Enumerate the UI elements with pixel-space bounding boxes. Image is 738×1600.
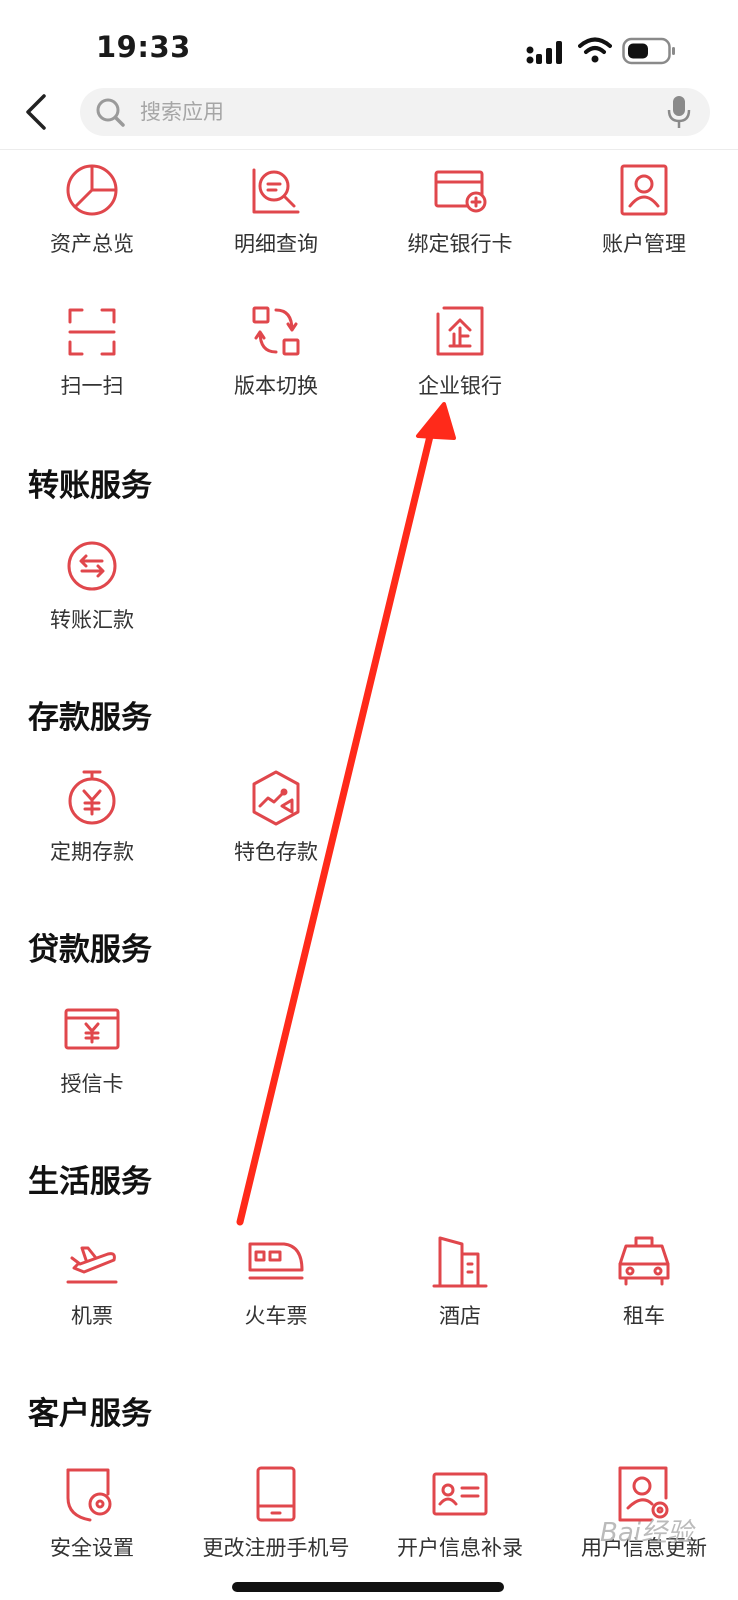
tile-label: 更改注册手机号 bbox=[202, 1536, 350, 1560]
section-title-transfer: 转账服务 bbox=[28, 468, 152, 504]
cellular-signal-icon bbox=[526, 41, 562, 64]
detail-search-icon bbox=[246, 160, 306, 220]
tile-credit-card[interactable]: 授信卡 bbox=[0, 1000, 184, 1098]
wifi-icon bbox=[578, 37, 612, 63]
tile-detail-query[interactable]: 明细查询 bbox=[184, 160, 368, 258]
transfer-grid: 转账汇款 bbox=[0, 536, 738, 634]
chevron-left-icon bbox=[26, 94, 46, 130]
section-title-life: 生活服务 bbox=[28, 1164, 152, 1200]
tile-label: 火车票 bbox=[244, 1304, 308, 1328]
tile-label: 定期存款 bbox=[50, 840, 134, 864]
tile-label: 租车 bbox=[623, 1304, 665, 1328]
tile-label: 扫一扫 bbox=[60, 374, 124, 398]
tile-transfer-remittance[interactable]: 转账汇款 bbox=[0, 536, 184, 634]
tile-label: 授信卡 bbox=[60, 1072, 124, 1096]
tile-scan[interactable]: 扫一扫 bbox=[0, 302, 184, 400]
life-grid: 机票 火车票 酒店 租车 bbox=[0, 1232, 738, 1330]
scan-icon bbox=[62, 302, 122, 362]
section-title-deposit: 存款服务 bbox=[28, 700, 152, 736]
account-icon bbox=[614, 160, 674, 220]
tile-label: 特色存款 bbox=[234, 840, 318, 864]
home-indicator[interactable] bbox=[232, 1582, 504, 1592]
tile-hotel[interactable]: 酒店 bbox=[368, 1232, 552, 1330]
tile-label: 安全设置 bbox=[50, 1536, 134, 1560]
tile-bind-card[interactable]: 绑定银行卡 bbox=[368, 160, 552, 258]
tile-security-settings[interactable]: 安全设置 bbox=[0, 1464, 184, 1562]
timer-yen-icon bbox=[62, 768, 122, 828]
tile-label: 酒店 bbox=[439, 1304, 481, 1328]
section-title-customer: 客户服务 bbox=[28, 1396, 152, 1432]
watermark: Bai经验 bbox=[600, 1518, 693, 1548]
transfer-icon bbox=[62, 536, 122, 596]
tile-label: 转账汇款 bbox=[50, 608, 134, 632]
enterprise-bank-icon bbox=[430, 302, 490, 362]
tile-label: 资产总览 bbox=[50, 232, 134, 256]
tile-featured-deposit[interactable]: 特色存款 bbox=[184, 768, 368, 866]
tile-fixed-deposit[interactable]: 定期存款 bbox=[0, 768, 184, 866]
tile-account-management[interactable]: 账户管理 bbox=[552, 160, 736, 258]
switch-icon bbox=[246, 302, 306, 362]
tile-car-rental[interactable]: 租车 bbox=[552, 1232, 736, 1330]
back-button[interactable] bbox=[16, 88, 56, 136]
hotel-icon bbox=[430, 1232, 490, 1292]
tile-label: 绑定银行卡 bbox=[407, 232, 513, 256]
tile-label: 机票 bbox=[71, 1304, 113, 1328]
quick-grid-row-2: 扫一扫 版本切换 企业银行 bbox=[0, 302, 738, 400]
pie-chart-icon bbox=[62, 160, 122, 220]
search-header bbox=[0, 78, 738, 150]
tile-version-switch[interactable]: 版本切换 bbox=[184, 302, 368, 400]
search-input[interactable] bbox=[140, 94, 640, 130]
featured-deposit-icon bbox=[246, 768, 306, 828]
plane-icon bbox=[62, 1232, 122, 1292]
tile-account-info-supplement[interactable]: 开户信息补录 bbox=[368, 1464, 552, 1562]
tile-enterprise-bank[interactable]: 企业银行 bbox=[368, 302, 552, 400]
status-icons bbox=[526, 36, 676, 66]
status-bar: 19:33 bbox=[0, 0, 738, 90]
section-title-loan: 贷款服务 bbox=[28, 932, 152, 968]
status-time: 19:33 bbox=[96, 30, 191, 64]
tile-label: 账户管理 bbox=[602, 232, 686, 256]
deposit-grid: 定期存款 特色存款 bbox=[0, 768, 738, 866]
tile-change-phone[interactable]: 更改注册手机号 bbox=[184, 1464, 368, 1562]
taxi-icon bbox=[614, 1232, 674, 1292]
tile-label: 明细查询 bbox=[234, 232, 318, 256]
tile-asset-overview[interactable]: 资产总览 bbox=[0, 160, 184, 258]
credit-card-yen-icon bbox=[62, 1000, 122, 1060]
tile-flight[interactable]: 机票 bbox=[0, 1232, 184, 1330]
quick-grid-row-1: 资产总览 明细查询 绑定银行卡 账户管理 bbox=[0, 160, 738, 258]
search-box[interactable] bbox=[80, 88, 710, 136]
id-card-icon bbox=[430, 1464, 490, 1524]
loan-grid: 授信卡 bbox=[0, 1000, 738, 1098]
tile-label: 开户信息补录 bbox=[397, 1536, 523, 1560]
tile-label: 企业银行 bbox=[418, 374, 502, 398]
phone-icon bbox=[246, 1464, 306, 1524]
security-settings-icon bbox=[62, 1464, 122, 1524]
microphone-icon[interactable] bbox=[666, 94, 692, 130]
tile-label: 版本切换 bbox=[234, 374, 318, 398]
bind-card-icon bbox=[430, 160, 490, 220]
battery-icon bbox=[622, 37, 675, 65]
train-icon bbox=[246, 1232, 306, 1292]
search-icon bbox=[96, 98, 125, 127]
tile-train[interactable]: 火车票 bbox=[184, 1232, 368, 1330]
